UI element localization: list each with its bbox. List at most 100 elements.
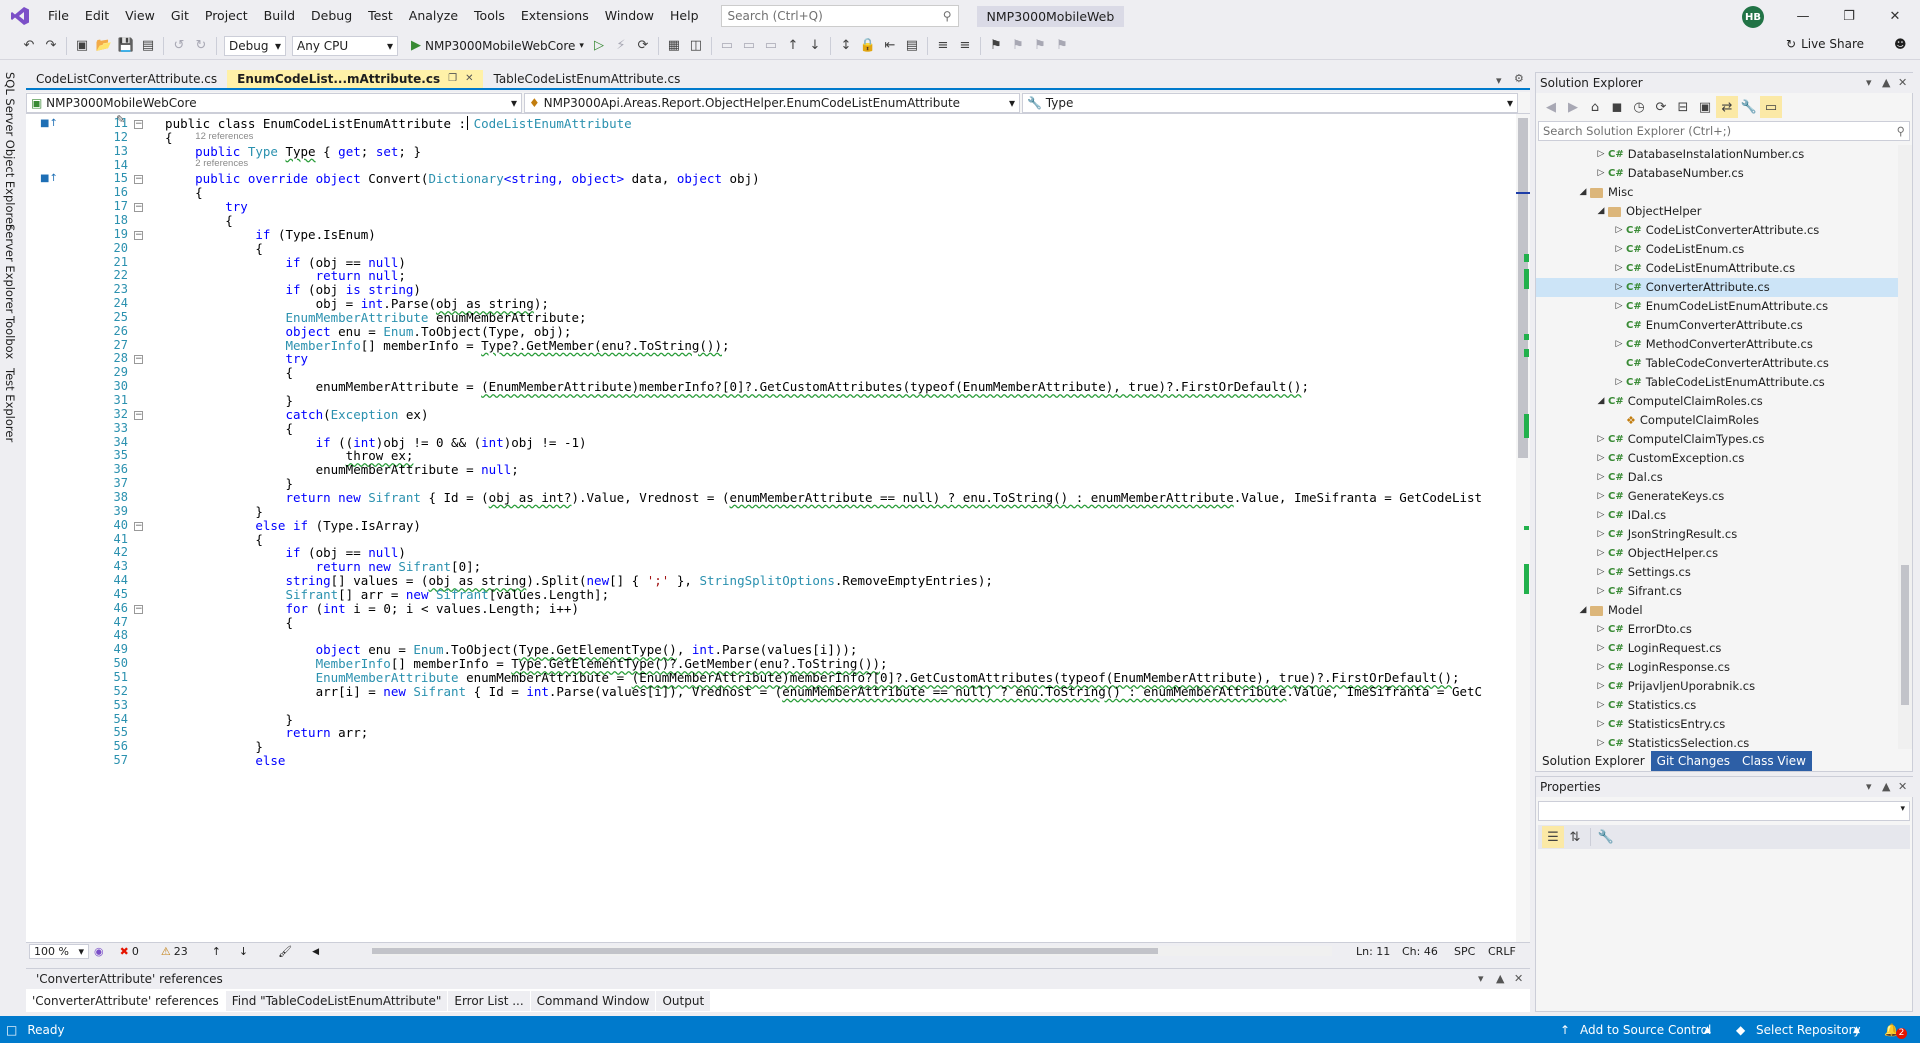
scrollbar-thumb[interactable] bbox=[1901, 565, 1909, 705]
preview-selected-icon[interactable]: ▭ bbox=[1760, 96, 1782, 118]
scrollbar-thumb[interactable] bbox=[372, 948, 1158, 954]
solution-tree-scrollbar[interactable] bbox=[1898, 145, 1912, 749]
start-without-debugging-icon[interactable]: ▷ bbox=[588, 35, 610, 57]
editor-horizontal-scrollbar[interactable] bbox=[372, 946, 1332, 956]
add-to-source-control-button[interactable]: Add to Source Control bbox=[1580, 1023, 1711, 1037]
tree-item[interactable]: ▷ C# IDal.cs bbox=[1536, 506, 1898, 525]
expand-arrow-icon[interactable]: ▷ bbox=[1594, 563, 1608, 582]
open-folder-icon[interactable]: 📂 bbox=[93, 35, 115, 57]
arrow-up-icon[interactable]: ↑ bbox=[212, 945, 221, 958]
format-icon[interactable]: ⇤ bbox=[879, 35, 901, 57]
code-editor[interactable]: ■↑ ■↑ 11 12 13 14 15 16 17 18 19 20 21 22 23 24 25 26 27 2… bbox=[26, 114, 1516, 942]
tree-item[interactable]: ▷ C# PrijavljenUporabnik.cs bbox=[1536, 677, 1898, 696]
tree-item[interactable]: C# TableCodeConverterAttribute.cs bbox=[1536, 354, 1898, 373]
refresh-icon[interactable]: ⟳ bbox=[632, 35, 654, 57]
notification-count[interactable]: 2 bbox=[1896, 1028, 1907, 1039]
expand-arrow-icon[interactable]: ▷ bbox=[1594, 145, 1608, 164]
show-all-files-icon[interactable]: ▣ bbox=[1694, 96, 1716, 118]
panel-menu-icon[interactable]: ▾ bbox=[1866, 777, 1872, 797]
collapse-region-icon[interactable]: − bbox=[134, 355, 143, 365]
bookmark-icon[interactable]: ⚑ bbox=[985, 35, 1007, 57]
code-cleanup-icon[interactable]: 🖌 bbox=[278, 945, 292, 958]
menu-help[interactable]: Help bbox=[662, 0, 707, 32]
bottom-tab[interactable]: 'ConverterAttribute' references bbox=[26, 991, 226, 1011]
settings-gear-icon[interactable]: ⚙ bbox=[1514, 72, 1524, 85]
tree-item[interactable]: ▷ C# LoginResponse.cs bbox=[1536, 658, 1898, 677]
scroll-left-icon[interactable]: ◀ bbox=[312, 947, 319, 957]
editor-tab[interactable]: CodeListConverterAttribute.cs bbox=[26, 70, 227, 88]
tree-item[interactable]: ▷ C# Settings.cs bbox=[1536, 563, 1898, 582]
redo-icon[interactable]: ↻ bbox=[190, 35, 212, 57]
close-icon[interactable]: ✕ bbox=[1898, 777, 1907, 797]
code-line[interactable]: public Type Type { get; set; } bbox=[150, 143, 421, 160]
menu-window[interactable]: Window bbox=[597, 0, 662, 32]
tree-item[interactable]: ▷ C# LoginRequest.cs bbox=[1536, 639, 1898, 658]
test-explorer-tab[interactable]: Test Explorer bbox=[3, 368, 17, 442]
tree-item[interactable]: ❖ ComputelClaimRoles bbox=[1536, 411, 1898, 430]
prev-bookmark-icon[interactable]: ⚑ bbox=[1007, 35, 1029, 57]
zoom-dropdown[interactable]: 100 % ▾ bbox=[29, 944, 89, 959]
expand-arrow-icon[interactable]: ▷ bbox=[1612, 373, 1626, 392]
code-line[interactable]: public class EnumCodeListEnumAttribute :… bbox=[150, 115, 632, 132]
expand-arrow-icon[interactable]: ▷ bbox=[1612, 259, 1626, 278]
collapse-region-icon[interactable]: − bbox=[134, 230, 143, 240]
expand-arrow-icon[interactable]: ▷ bbox=[1594, 620, 1608, 639]
select-repository-button[interactable]: Select Repository bbox=[1756, 1023, 1861, 1037]
lock-icon[interactable]: 🔒 bbox=[857, 35, 879, 57]
tree-item[interactable]: ▷ C# TableCodeListEnumAttribute.cs bbox=[1536, 373, 1898, 392]
tree-item[interactable]: ▷ C# StatisticsSelection.cs bbox=[1536, 734, 1898, 749]
search-icon[interactable]: ⚲ bbox=[943, 9, 952, 23]
new-project-icon[interactable]: ▣ bbox=[71, 35, 93, 57]
expand-arrow-icon[interactable]: ▷ bbox=[1594, 639, 1608, 658]
clear-bookmark-icon[interactable]: ⚑ bbox=[1051, 35, 1073, 57]
tree-item[interactable]: ▷ C# DatabaseNumber.cs bbox=[1536, 164, 1898, 183]
sync-icon[interactable]: ⟳ bbox=[1650, 96, 1672, 118]
tree-item[interactable]: ▷ C# Statistics.cs bbox=[1536, 696, 1898, 715]
editor-vertical-scrollbar[interactable] bbox=[1516, 114, 1530, 942]
upload-icon[interactable]: ↑ bbox=[1560, 1023, 1570, 1037]
tree-item[interactable]: ▷ C# CodeListEnumAttribute.cs bbox=[1536, 259, 1898, 278]
code-line[interactable]: enumMemberAttribute = (EnumMemberAttribu… bbox=[150, 378, 1309, 395]
close-tab-icon[interactable]: ✕ bbox=[465, 70, 473, 88]
codelens-references[interactable]: 12 references bbox=[195, 131, 253, 142]
solution-explorer-tab[interactable]: Solution Explorer bbox=[1536, 751, 1651, 771]
history-icon[interactable]: ◷ bbox=[1628, 96, 1650, 118]
whitespace-indicator[interactable]: SPC bbox=[1454, 945, 1475, 958]
sql-server-object-explorer-tab[interactable]: SQL Server Object Explorer bbox=[3, 72, 17, 229]
expand-arrow-icon[interactable]: ▷ bbox=[1594, 677, 1608, 696]
solution-explorer-tab[interactable]: Class View bbox=[1736, 751, 1812, 771]
expand-arrow-icon[interactable]: ▷ bbox=[1594, 164, 1608, 183]
tree-item[interactable]: ▷ C# ComputelClaimTypes.cs bbox=[1536, 430, 1898, 449]
editor-tab[interactable]: TableCodeListEnumAttribute.cs bbox=[483, 70, 690, 88]
tree-item[interactable]: ▷ C# GenerateKeys.cs bbox=[1536, 487, 1898, 506]
bottom-tab[interactable]: Error List ... bbox=[448, 991, 531, 1011]
step-out-icon[interactable]: ▭ bbox=[760, 35, 782, 57]
copilot-icon[interactable]: ◉ bbox=[94, 945, 104, 958]
code-text[interactable]: public class EnumCodeListEnumAttribute :… bbox=[150, 114, 1510, 942]
collapse-arrow-icon[interactable]: ◢ bbox=[1576, 601, 1590, 620]
bottom-tab[interactable]: Output bbox=[656, 991, 712, 1011]
restore-button[interactable]: ❐ bbox=[1826, 0, 1872, 32]
tree-item[interactable]: ▷ C# ErrorDto.cs bbox=[1536, 620, 1898, 639]
expand-arrow-icon[interactable]: ▷ bbox=[1612, 297, 1626, 316]
menu-edit[interactable]: Edit bbox=[77, 0, 117, 32]
collapse-arrow-icon[interactable]: ◢ bbox=[1594, 392, 1608, 411]
expand-arrow-icon[interactable]: ▷ bbox=[1594, 734, 1608, 749]
git-icon[interactable]: ◆ bbox=[1736, 1023, 1745, 1037]
browser-link-icon[interactable]: ▦ bbox=[663, 35, 685, 57]
tree-item[interactable]: ◢ Model bbox=[1536, 601, 1898, 620]
expand-arrow-icon[interactable]: ▷ bbox=[1594, 430, 1608, 449]
tree-item[interactable]: ▷ C# Dal.cs bbox=[1536, 468, 1898, 487]
categorized-icon[interactable]: ☰ bbox=[1542, 826, 1564, 848]
tree-item[interactable]: ▷ C# EnumCodeListEnumAttribute.cs bbox=[1536, 297, 1898, 316]
expand-arrow-icon[interactable]: ▷ bbox=[1594, 487, 1608, 506]
tree-item[interactable]: ▷ C# StatisticsEntry.cs bbox=[1536, 715, 1898, 734]
collapse-region-icon[interactable]: − bbox=[134, 604, 143, 614]
chevron-up-icon[interactable]: ▲ bbox=[1704, 1025, 1711, 1035]
tree-item[interactable]: ▷ C# CustomException.cs bbox=[1536, 449, 1898, 468]
menu-extensions[interactable]: Extensions bbox=[513, 0, 597, 32]
visual-studio-logo[interactable] bbox=[0, 0, 40, 32]
expand-arrow-icon[interactable]: ▷ bbox=[1594, 449, 1608, 468]
platform-dropdown[interactable]: Any CPU ▾ bbox=[292, 35, 398, 56]
menu-git[interactable]: Git bbox=[163, 0, 197, 32]
